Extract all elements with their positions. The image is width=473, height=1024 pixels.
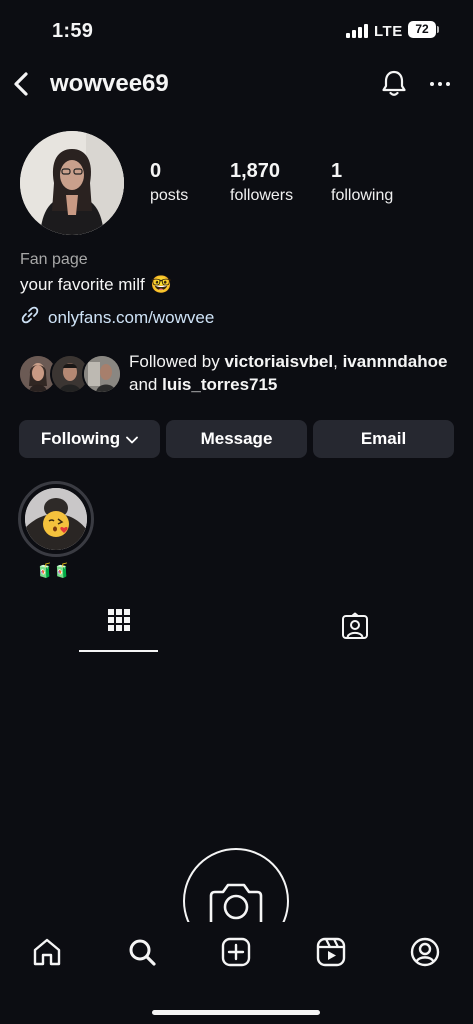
followers-count[interactable]: 1,870 xyxy=(230,160,280,183)
network-label: LTE xyxy=(374,23,403,40)
nerd-emoji: 🤓 xyxy=(150,275,172,294)
following-button-label: Following xyxy=(40,429,121,448)
profile-link[interactable]: onlyfans.com/wowvee xyxy=(20,305,214,330)
tagged-icon[interactable] xyxy=(340,612,370,642)
chevron-down-icon xyxy=(126,429,139,449)
tab-posts-grid[interactable] xyxy=(80,608,158,652)
profile-category: Fan page xyxy=(20,251,88,268)
link-text[interactable]: onlyfans.com/wowvee xyxy=(48,308,214,328)
mutual-user-1[interactable]: victoriaisvbel xyxy=(224,352,333,371)
followed-by-separator: , xyxy=(333,352,338,371)
mutual-avatar-3 xyxy=(82,354,122,394)
bell-icon[interactable] xyxy=(380,68,408,98)
home-indicator xyxy=(152,1010,320,1015)
profile-bio: your favorite milf 🤓 xyxy=(20,275,172,295)
followed-by-avatars[interactable] xyxy=(18,354,122,394)
posts-count: 0 xyxy=(150,160,162,182)
search-icon[interactable] xyxy=(126,936,158,968)
story-highlight[interactable] xyxy=(18,481,94,557)
signal-icon xyxy=(346,24,368,38)
status-time: 1:59 xyxy=(52,20,94,42)
home-icon[interactable] xyxy=(31,936,63,968)
highlight-label: 🧃🧃 xyxy=(36,562,71,578)
followed-by-prefix: Followed by xyxy=(129,352,225,371)
create-icon[interactable] xyxy=(220,936,252,968)
following-count[interactable]: 1 xyxy=(331,160,342,183)
battery-icon: 72 xyxy=(408,21,436,38)
bio-text: your favorite milf xyxy=(20,275,145,294)
mutual-user-2[interactable]: ivannndahoe xyxy=(343,352,448,371)
reels-icon[interactable] xyxy=(315,936,347,968)
posts-label: posts xyxy=(150,187,189,204)
profile-icon[interactable] xyxy=(409,936,441,968)
more-icon[interactable] xyxy=(428,72,452,96)
highlight-cover xyxy=(25,488,87,550)
link-icon xyxy=(20,305,40,330)
profile-username: wowvee69 xyxy=(50,70,169,97)
following-label[interactable]: following xyxy=(331,187,393,205)
following-button[interactable]: Following xyxy=(19,420,160,458)
battery-nub xyxy=(437,26,439,33)
email-button-label: Email xyxy=(360,429,407,448)
followed-by-and: and xyxy=(129,375,163,394)
profile-avatar[interactable] xyxy=(20,131,124,235)
back-icon[interactable] xyxy=(10,70,34,98)
grid-icon xyxy=(107,608,131,637)
active-tab-indicator xyxy=(79,650,158,652)
message-button[interactable]: Message xyxy=(166,420,307,458)
followers-label[interactable]: followers xyxy=(230,187,293,205)
mutual-user-3[interactable]: luis_torres715 xyxy=(162,375,277,394)
message-button-label: Message xyxy=(200,429,273,448)
followed-by-text[interactable]: Followed by victoriaisvbel, ivannndahoe … xyxy=(129,350,459,396)
bottom-navigation xyxy=(0,922,473,1024)
email-button[interactable]: Email xyxy=(313,420,454,458)
